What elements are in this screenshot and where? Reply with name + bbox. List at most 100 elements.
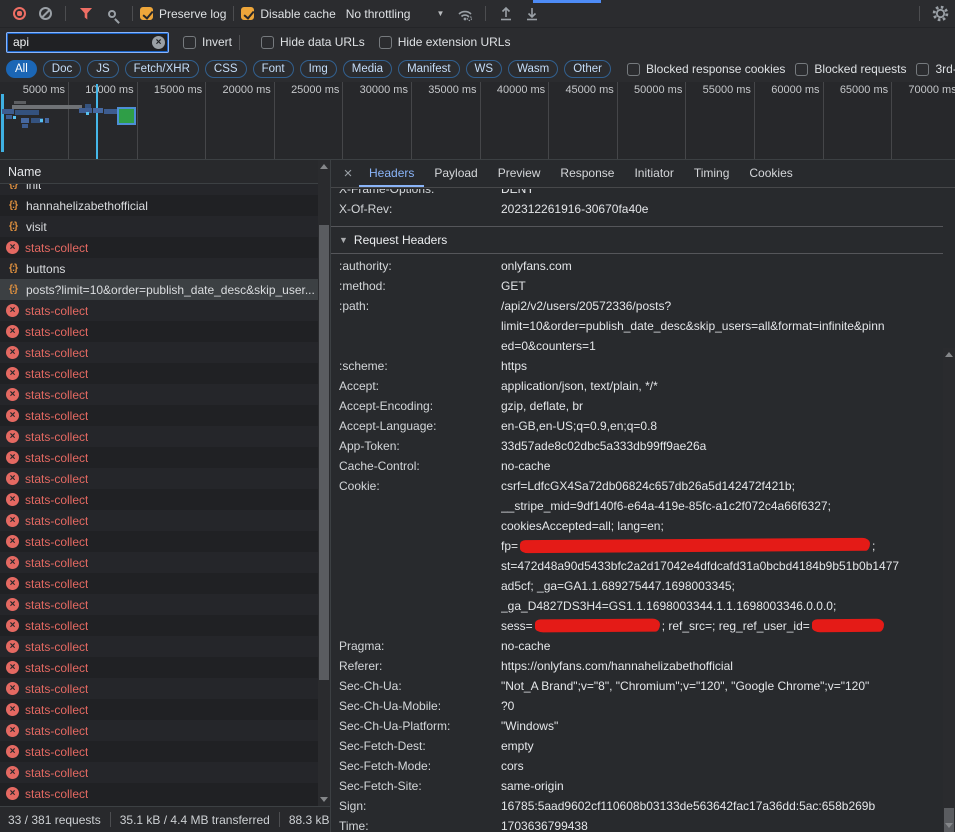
request-row[interactable]: init [0, 184, 318, 195]
request-row[interactable]: stats-collect [0, 720, 318, 741]
invert-checkbox[interactable]: Invert [183, 35, 232, 49]
details-scrollbar[interactable] [943, 348, 955, 832]
blocked-filter-checkbox[interactable]: Blocked requests [795, 62, 906, 76]
type-filter-pill[interactable]: Manifest [398, 60, 459, 78]
preserve-log-checkbox[interactable]: Preserve log [140, 7, 226, 21]
type-filter-pill[interactable]: Img [300, 60, 337, 78]
details-tab[interactable]: Timing [684, 161, 740, 187]
header-value: https [501, 356, 943, 376]
type-filter-pill[interactable]: Media [343, 60, 392, 78]
request-row[interactable]: stats-collect [0, 678, 318, 699]
export-har-button[interactable] [519, 2, 545, 26]
request-row[interactable]: stats-collect [0, 573, 318, 594]
hide-data-urls-checkbox[interactable]: Hide data URLs [261, 35, 365, 49]
failed-request-icon [6, 577, 19, 590]
import-har-button[interactable] [493, 2, 519, 26]
scroll-up-arrow-icon[interactable] [320, 164, 328, 169]
network-conditions-button[interactable] [452, 2, 478, 26]
scroll-down-arrow-icon[interactable] [320, 797, 328, 802]
details-tab[interactable]: Initiator [624, 161, 683, 187]
scroll-down-arrow-icon[interactable] [945, 823, 953, 828]
request-row[interactable]: stats-collect [0, 300, 318, 321]
scrollbar-thumb[interactable] [319, 225, 329, 680]
request-row[interactable]: stats-collect [0, 531, 318, 552]
request-list-scrollbar[interactable] [318, 160, 330, 806]
details-tab[interactable]: Preview [488, 161, 551, 187]
request-row[interactable]: stats-collect [0, 657, 318, 678]
type-filter-pill[interactable]: Wasm [508, 60, 558, 78]
timeline-cell: 55000 ms [686, 82, 755, 159]
details-tabs: Headers Payload Preview Response Initiat… [359, 161, 803, 187]
request-row[interactable]: visit [0, 216, 318, 237]
failed-request-icon [6, 640, 19, 653]
hide-extension-urls-checkbox[interactable]: Hide extension URLs [379, 35, 511, 49]
divider [279, 812, 280, 827]
network-overview-timeline[interactable]: 5000 ms10000 ms15000 ms20000 ms25000 ms3… [0, 82, 955, 160]
request-row[interactable]: buttons [0, 258, 318, 279]
clear-network-log-button[interactable] [32, 2, 58, 26]
header-row: Accept: application/json, text/plain, */… [331, 376, 943, 396]
request-row[interactable]: stats-collect [0, 342, 318, 363]
request-row[interactable]: stats-collect [0, 384, 318, 405]
request-row[interactable]: stats-collect [0, 237, 318, 258]
close-details-button[interactable]: × [337, 161, 359, 187]
request-row[interactable]: stats-collect [0, 426, 318, 447]
request-row[interactable]: stats-collect [0, 615, 318, 636]
details-tab[interactable]: Headers [359, 161, 424, 187]
request-row[interactable]: stats-collect [0, 468, 318, 489]
type-filter-pill[interactable]: Doc [43, 60, 81, 78]
header-value: "Windows" [501, 716, 943, 736]
request-row[interactable]: stats-collect [0, 699, 318, 720]
scroll-up-arrow-icon[interactable] [945, 352, 953, 357]
overview-selection-handle[interactable] [1, 94, 4, 152]
request-row[interactable]: stats-collect [0, 783, 318, 804]
type-filter-pill[interactable]: Font [253, 60, 294, 78]
request-row[interactable]: stats-collect [0, 762, 318, 783]
throttling-dropdown[interactable]: No throttling ▼ [346, 7, 445, 21]
header-row: Sec-Ch-Ua-Platform: "Windows" [331, 716, 943, 736]
request-row[interactable]: hannahelizabethofficial [0, 195, 318, 216]
details-tab[interactable]: Payload [424, 161, 487, 187]
clear-filter-icon[interactable]: × [152, 36, 165, 49]
request-row[interactable]: stats-collect [0, 636, 318, 657]
request-row[interactable]: stats-collect [0, 447, 318, 468]
header-row: Time: 1703636799438 [331, 816, 943, 832]
type-filter-pill[interactable]: WS [466, 60, 503, 78]
request-name: visit [26, 220, 47, 234]
waterfall-activity-bar [13, 116, 16, 119]
type-filter-pill[interactable]: Fetch/XHR [125, 60, 199, 78]
record-network-log-button[interactable] [6, 2, 32, 26]
request-row[interactable]: stats-collect [0, 741, 318, 762]
name-column-header[interactable]: Name [0, 160, 318, 184]
details-tab[interactable]: Response [550, 161, 624, 187]
timeline-cell: 45000 ms [549, 82, 618, 159]
request-row[interactable]: stats-collect [0, 510, 318, 531]
request-row[interactable]: posts?limit=10&order=publish_date_desc&s… [0, 279, 318, 300]
chevron-down-icon: ▼ [436, 9, 444, 18]
filter-input[interactable] [6, 32, 169, 53]
request-row[interactable]: stats-collect [0, 321, 318, 342]
blocked-filter-checkbox[interactable]: Blocked response cookies [627, 62, 785, 76]
request-headers-section-header[interactable]: ▼ Request Headers [331, 226, 943, 254]
filter-button[interactable] [73, 2, 99, 26]
request-row[interactable]: stats-collect [0, 489, 318, 510]
search-button[interactable] [99, 2, 125, 26]
type-filter-pill[interactable]: Other [564, 60, 611, 78]
type-filter-pill[interactable]: All [6, 60, 37, 78]
type-filter-pill[interactable]: CSS [205, 60, 247, 78]
request-row[interactable]: stats-collect [0, 405, 318, 426]
scrollbar-thumb[interactable] [944, 808, 954, 832]
details-tab[interactable]: Cookies [739, 161, 802, 187]
request-name: stats-collect [25, 640, 88, 654]
request-row[interactable]: stats-collect [0, 594, 318, 615]
blocked-filter-checkbox[interactable]: 3rd-party requests [916, 62, 955, 76]
devtools-settings-button[interactable] [927, 2, 953, 26]
failed-request-icon [6, 367, 19, 380]
header-name: :method: [331, 276, 501, 296]
disable-cache-checkbox[interactable]: Disable cache [241, 7, 335, 21]
network-summary-bar: 33 / 381 requests 35.1 kB / 4.4 MB trans… [0, 806, 330, 832]
type-filter-pill[interactable]: JS [87, 60, 118, 78]
request-row[interactable]: stats-collect [0, 552, 318, 573]
request-row[interactable]: stats-collect [0, 363, 318, 384]
header-row: :scheme: https [331, 356, 943, 376]
